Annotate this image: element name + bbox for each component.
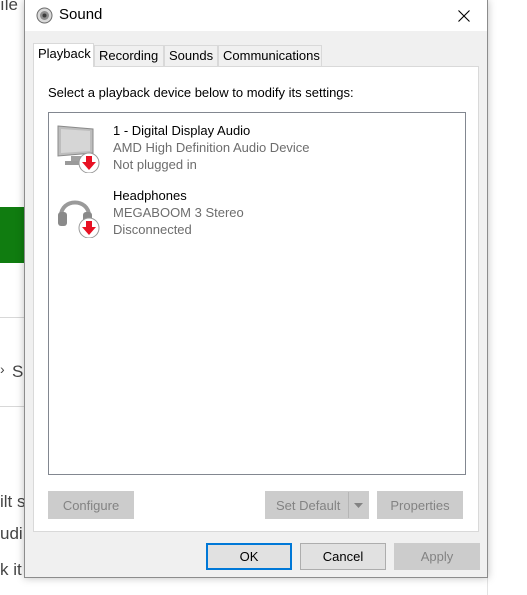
device-name: 1 - Digital Display Audio <box>113 123 251 138</box>
device-item-digital-display[interactable]: 1 - Digital Display Audio AMD High Defin… <box>55 123 455 183</box>
background-text-fragment: ilt s <box>0 492 26 511</box>
device-name: Headphones <box>113 188 187 203</box>
background-text-fragment: S <box>12 362 24 381</box>
close-button[interactable] <box>441 0 487 31</box>
configure-button[interactable]: Configure <box>48 491 134 519</box>
set-default-label: Set Default <box>276 497 341 513</box>
tab-recording[interactable]: Recording <box>94 45 164 66</box>
apply-button[interactable]: Apply <box>394 543 480 570</box>
set-default-split-button[interactable]: Set Default <box>265 491 369 519</box>
background-text-fragment: ıle <box>0 0 18 14</box>
title-bar[interactable]: Sound <box>25 0 487 31</box>
background-text-fragment: k it <box>0 560 22 579</box>
background-text-fragment: udi <box>0 524 23 543</box>
device-status: Disconnected <box>113 222 192 237</box>
instruction-text: Select a playback device below to modify… <box>48 85 354 100</box>
device-list[interactable]: 1 - Digital Display Audio AMD High Defin… <box>48 112 466 475</box>
set-default-dropdown[interactable] <box>348 492 368 518</box>
device-status: Not plugged in <box>113 157 197 172</box>
tab-communications[interactable]: Communications <box>218 45 322 66</box>
sound-dialog: Sound Playback Recording Sounds Communic… <box>24 0 488 578</box>
speaker-icon <box>36 7 53 24</box>
monitor-icon <box>57 125 100 173</box>
tab-sounds[interactable]: Sounds <box>164 45 218 66</box>
headphones-icon <box>58 200 100 238</box>
playback-panel: Select a playback device below to modify… <box>33 66 479 532</box>
device-driver: MEGABOOM 3 Stereo <box>113 205 244 220</box>
background-divider <box>0 317 24 318</box>
ok-button[interactable]: OK <box>206 543 292 570</box>
tab-playback[interactable]: Playback <box>33 43 94 67</box>
cancel-button[interactable]: Cancel <box>300 543 386 570</box>
close-icon <box>458 9 470 22</box>
background-chevron-icon: › <box>0 361 5 377</box>
device-item-headphones[interactable]: Headphones MEGABOOM 3 Stereo Disconnecte… <box>55 188 455 248</box>
device-driver: AMD High Definition Audio Device <box>113 140 310 155</box>
background-green-button <box>0 207 24 263</box>
background-divider <box>0 406 24 407</box>
window-title: Sound <box>59 6 103 23</box>
properties-button[interactable]: Properties <box>377 491 463 519</box>
chevron-down-icon <box>354 502 363 508</box>
